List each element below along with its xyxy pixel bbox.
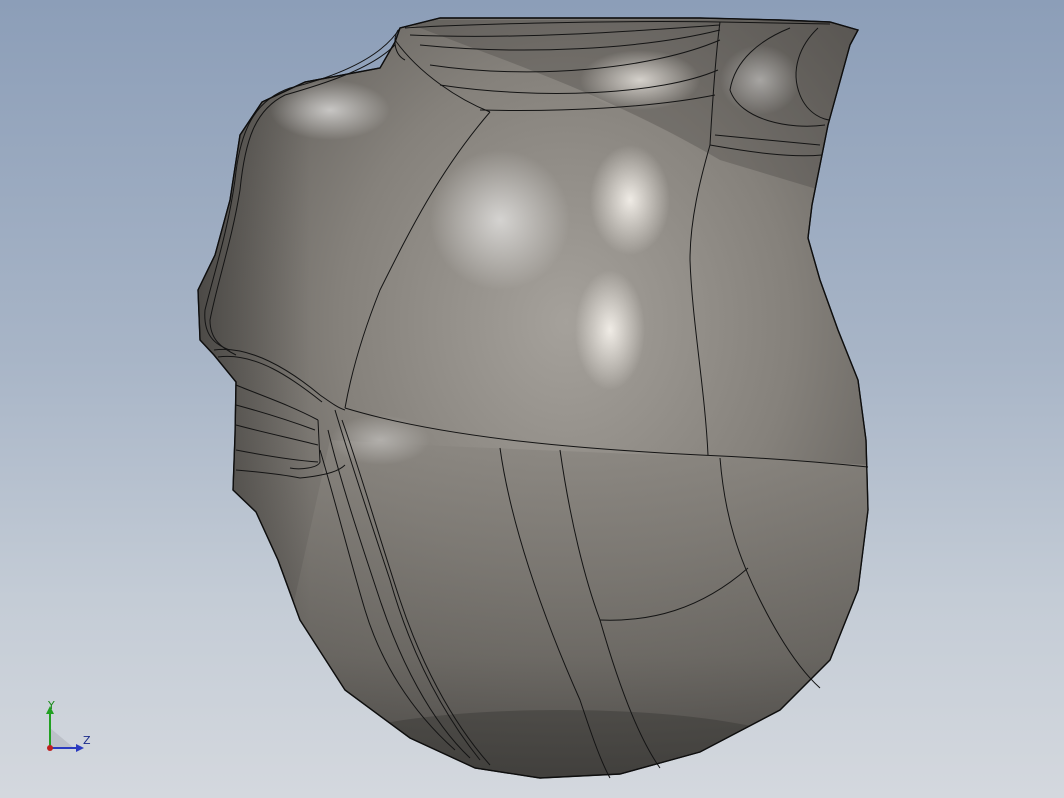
y-axis-label: Y [48, 699, 55, 712]
graphics-viewport[interactable]: Y Z [0, 0, 1064, 798]
x-axis-point [47, 745, 53, 751]
triad-plane [50, 728, 74, 748]
model-canvas[interactable] [0, 0, 1064, 798]
z-axis-label: Z [83, 734, 91, 747]
axis-triad: Y Z [40, 700, 100, 756]
